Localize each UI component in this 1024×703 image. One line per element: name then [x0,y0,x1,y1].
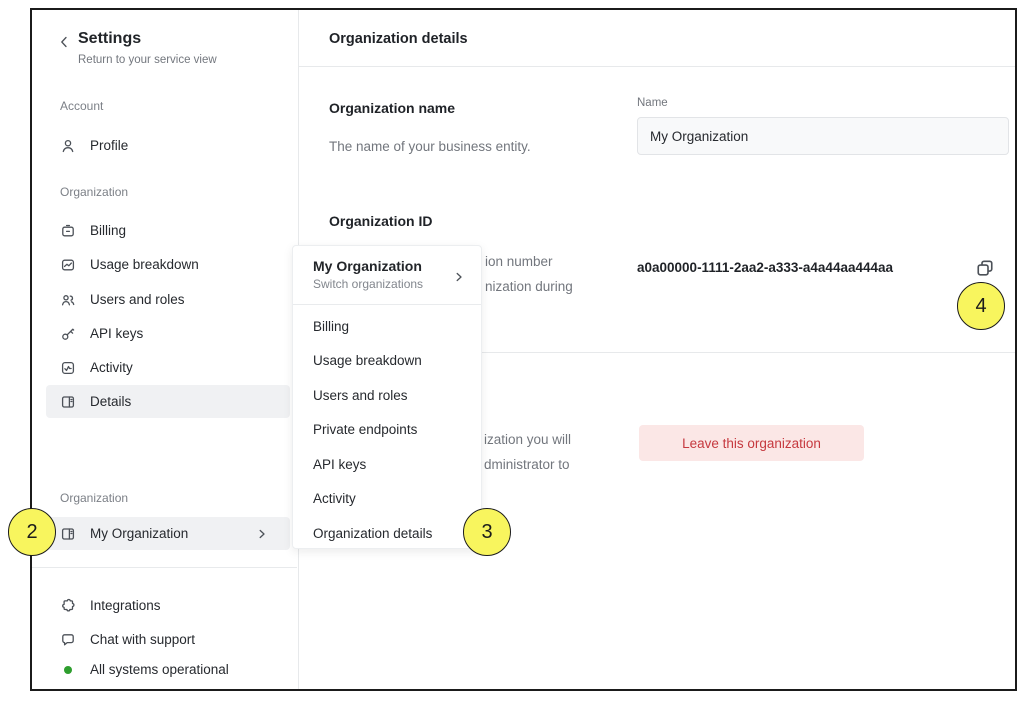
sidebar-item-label: My Organization [90,526,188,541]
usage-icon [60,257,76,273]
sidebar-item-usage-breakdown[interactable]: Usage breakdown [46,248,290,281]
billing-icon [60,223,76,239]
sidebar-item-profile[interactable]: Profile [46,129,290,162]
page-title: Organization details [329,31,468,47]
sidebar-item-label: Users and roles [90,292,185,307]
organization-dropdown-menu: My Organization Switch organizations Bil… [292,245,482,549]
chevron-right-icon [256,528,268,540]
sidebar-subtitle: Return to your service view [78,54,217,66]
dropdown-item-organization-details[interactable]: Organization details [293,516,481,551]
annotation-callout-3: 3 [463,508,511,556]
org-id-description-truncated: ion number nization during [485,249,573,299]
copy-id-button[interactable] [974,257,996,279]
organization-name-input[interactable] [637,117,1009,155]
dropdown-item-activity[interactable]: Activity [293,482,481,517]
section-label-account: Account [60,99,103,113]
sidebar-item-chat-with-support[interactable]: Chat with support [46,623,290,656]
sidebar-item-label: Activity [90,360,133,375]
users-icon [60,292,76,308]
org-id-section-title: Organization ID [329,213,432,229]
dropdown-item-usage-breakdown[interactable]: Usage breakdown [293,344,481,379]
puzzle-icon [60,598,76,614]
sidebar-item-details[interactable]: Details [46,385,290,418]
sidebar-item-system-status[interactable]: All systems operational [46,653,290,686]
sidebar-item-my-organization[interactable]: My Organization [46,517,290,550]
status-dot [60,662,76,678]
dropdown-org-name: My Organization [313,258,465,274]
settings-sidebar: Settings Return to your service view Acc… [32,10,299,689]
organization-id-value: a0a00000-1111-2aa2-a333-a4a44aa444aa [637,260,893,275]
sidebar-item-label: Chat with support [90,632,195,647]
sidebar-item-label: Profile [90,138,128,153]
chat-icon [60,632,76,648]
section-label-organization: Organization [60,185,128,199]
header-divider [299,66,1015,67]
annotation-callout-4: 4 [957,282,1005,330]
sidebar-item-api-keys[interactable]: API keys [46,317,290,350]
sidebar-item-activity[interactable]: Activity [46,351,290,384]
dropdown-item-billing[interactable]: Billing [293,309,481,344]
sidebar-item-label: Integrations [90,598,161,613]
sidebar-title: Settings [78,30,141,48]
sidebar-item-users-and-roles[interactable]: Users and roles [46,283,290,316]
details-icon [60,394,76,410]
leave-organization-button[interactable]: Leave this organization [639,425,864,461]
dropdown-org-switcher[interactable]: My Organization Switch organizations [293,246,481,305]
dropdown-org-subtitle: Switch organizations [313,277,465,291]
sidebar-divider [32,567,297,568]
section-label-organization-2: Organization [60,491,128,505]
chevron-right-icon [453,270,465,282]
dropdown-item-api-keys[interactable]: API keys [293,447,481,482]
app-window: Settings Return to your service view Acc… [30,8,1017,691]
org-name-section-description: The name of your business entity. [329,139,531,154]
profile-icon [60,138,76,154]
key-icon [60,326,76,342]
sidebar-item-billing[interactable]: Billing [46,214,290,247]
annotation-callout-2: 2 [8,508,56,556]
organization-icon [60,526,76,542]
org-name-section-title: Organization name [329,100,455,116]
dropdown-item-private-endpoints[interactable]: Private endpoints [293,413,481,448]
name-field-label: Name [637,97,668,109]
sidebar-item-label: Billing [90,223,126,238]
back-chevron-icon[interactable] [56,34,72,50]
sidebar-item-integrations[interactable]: Integrations [46,589,290,622]
sidebar-item-label: API keys [90,326,143,341]
sidebar-item-label: All systems operational [90,662,229,677]
sidebar-item-label: Usage breakdown [90,257,199,272]
activity-icon [60,360,76,376]
leave-description-truncated: ization you will dministrator to [484,427,571,477]
dropdown-item-users-and-roles[interactable]: Users and roles [293,378,481,413]
sidebar-item-label: Details [90,394,131,409]
